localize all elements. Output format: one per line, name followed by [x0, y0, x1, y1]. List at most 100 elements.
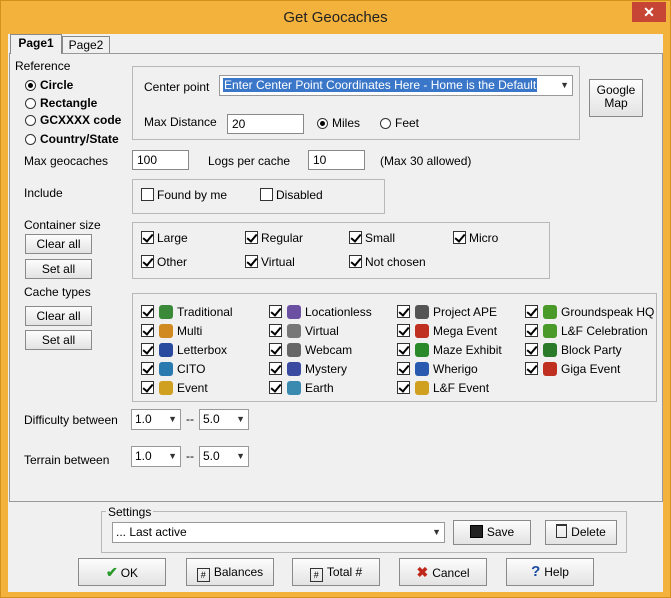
google-map-button[interactable]: Google Map	[589, 79, 643, 117]
include-label: Include	[24, 186, 63, 200]
help-icon: ?	[531, 563, 541, 580]
container-option-label: Not chosen	[365, 255, 426, 269]
checkbox-cache-type-16[interactable]	[141, 381, 154, 394]
max-geocaches-field[interactable]: 100	[132, 150, 189, 170]
container-set-all-button[interactable]: Set all	[25, 259, 92, 279]
checkbox-container-1[interactable]	[245, 231, 258, 244]
checkbox-cache-type-12[interactable]	[141, 362, 154, 375]
total-button-label: Total #	[326, 565, 363, 579]
checkbox-cache-type-18[interactable]	[397, 381, 410, 394]
cache-type-label: Groundspeak HQ	[561, 305, 655, 319]
checkbox-cache-type-3[interactable]	[525, 305, 538, 318]
help-button-label: Help	[544, 565, 569, 579]
cache-type-label: Multi	[177, 324, 203, 338]
checkbox-cache-type-2[interactable]	[397, 305, 410, 318]
checkbox-container-5[interactable]	[245, 255, 258, 268]
tab-page1[interactable]: Page1	[10, 34, 62, 54]
checkbox-cache-type-17[interactable]	[269, 381, 282, 394]
radio-circle[interactable]	[25, 80, 36, 91]
checkbox-container-6[interactable]	[349, 255, 362, 268]
terrain-max-value: 5.0	[203, 449, 220, 463]
max-distance-label: Max Distance	[144, 115, 217, 129]
radio-rectangle-label: Rectangle	[40, 96, 98, 110]
calculator-icon: #	[309, 568, 323, 582]
checkbox-cache-type-14[interactable]	[397, 362, 410, 375]
calculator-icon: #	[196, 568, 210, 582]
max-distance-field[interactable]: 20	[227, 114, 304, 134]
checkbox-found-by-me[interactable]	[141, 188, 154, 201]
difficulty-min-select[interactable]: 1.0 ▼	[131, 409, 181, 430]
letterbox-icon	[159, 343, 173, 357]
radio-gccode[interactable]	[25, 115, 36, 126]
cache-types-clear-all-button[interactable]: Clear all	[25, 306, 92, 326]
mega-event-icon	[415, 324, 429, 338]
radio-country-state[interactable]	[25, 134, 36, 145]
save-button-label: Save	[486, 525, 515, 539]
ok-button-label: OK	[120, 566, 139, 580]
groundspeak-hq-icon	[543, 305, 557, 319]
window-title: Get Geocaches	[283, 9, 388, 26]
cancel-x-icon: ✖	[416, 564, 429, 580]
max-geocaches-label: Max geocaches	[24, 154, 109, 168]
dialog-window: Get Geocaches ✕ Page1 Page2 Reference Ci…	[0, 0, 671, 598]
container-clear-all-button[interactable]: Clear all	[25, 234, 92, 254]
cache-types-label: Cache types	[24, 285, 91, 299]
terrain-min-select[interactable]: 1.0 ▼	[131, 446, 181, 467]
terrain-max-select[interactable]: 5.0 ▼	[199, 446, 249, 467]
maze-exhibit-icon	[415, 343, 429, 357]
checkbox-container-2[interactable]	[349, 231, 362, 244]
radio-gccode-label: GCXXXX code	[40, 113, 122, 127]
radio-rectangle[interactable]	[25, 98, 36, 109]
delete-button[interactable]: Delete	[545, 520, 617, 545]
block-party-icon	[543, 343, 557, 357]
checkbox-cache-type-0[interactable]	[141, 305, 154, 318]
tab-page2[interactable]: Page2	[62, 36, 110, 54]
difficulty-max-select[interactable]: 5.0 ▼	[199, 409, 249, 430]
checkbox-cache-type-11[interactable]	[525, 343, 538, 356]
traditional-icon	[159, 305, 173, 319]
checkbox-container-3[interactable]	[453, 231, 466, 244]
lf-event-icon	[415, 381, 429, 395]
checkbox-cache-type-8[interactable]	[141, 343, 154, 356]
checkbox-cache-type-7[interactable]	[525, 324, 538, 337]
checkbox-cache-type-5[interactable]	[269, 324, 282, 337]
settings-select[interactable]: ... Last active ▼	[112, 522, 445, 543]
difficulty-max-value: 5.0	[203, 412, 220, 426]
close-icon: ✕	[643, 4, 655, 20]
logs-per-cache-field[interactable]: 10	[308, 150, 365, 170]
close-button[interactable]: ✕	[632, 2, 666, 22]
radio-miles[interactable]	[317, 118, 328, 129]
checkbox-cache-type-9[interactable]	[269, 343, 282, 356]
checkbox-cache-type-1[interactable]	[269, 305, 282, 318]
checkbox-cache-type-10[interactable]	[397, 343, 410, 356]
cito-icon	[159, 362, 173, 376]
chevron-down-icon: ▼	[168, 414, 177, 424]
help-button[interactable]: ? Help	[506, 558, 594, 586]
radio-feet[interactable]	[380, 118, 391, 129]
cancel-button[interactable]: ✖ Cancel	[399, 558, 487, 586]
logs-note: (Max 30 allowed)	[380, 154, 472, 168]
checkbox-cache-type-15[interactable]	[525, 362, 538, 375]
settings-value: ... Last active	[116, 525, 187, 539]
virtual-icon	[287, 324, 301, 338]
cache-type-label: Mega Event	[433, 324, 498, 338]
checkbox-cache-type-4[interactable]	[141, 324, 154, 337]
checkbox-cache-type-13[interactable]	[269, 362, 282, 375]
ok-button[interactable]: ✔ OK	[78, 558, 166, 586]
webcam-icon	[287, 343, 301, 357]
checkbox-cache-type-6[interactable]	[397, 324, 410, 337]
checkbox-disabled[interactable]	[260, 188, 273, 201]
radio-country-state-label: Country/State	[40, 132, 119, 146]
cache-type-label: Event	[177, 381, 208, 395]
total-button[interactable]: # Total #	[292, 558, 380, 586]
cache-type-label: Locationless	[305, 305, 372, 319]
tab-panel-page1: Reference Circle Rectangle GCXXXX code C…	[9, 53, 663, 502]
cache-type-label: Maze Exhibit	[433, 343, 502, 357]
cache-types-set-all-button[interactable]: Set all	[25, 330, 92, 350]
save-button[interactable]: Save	[453, 520, 531, 545]
checkbox-container-4[interactable]	[141, 255, 154, 268]
center-point-combo[interactable]: Enter Center Point Coordinates Here - Ho…	[219, 75, 573, 96]
balances-button[interactable]: # Balances	[186, 558, 274, 586]
settings-label: Settings	[106, 505, 154, 519]
checkbox-container-0[interactable]	[141, 231, 154, 244]
